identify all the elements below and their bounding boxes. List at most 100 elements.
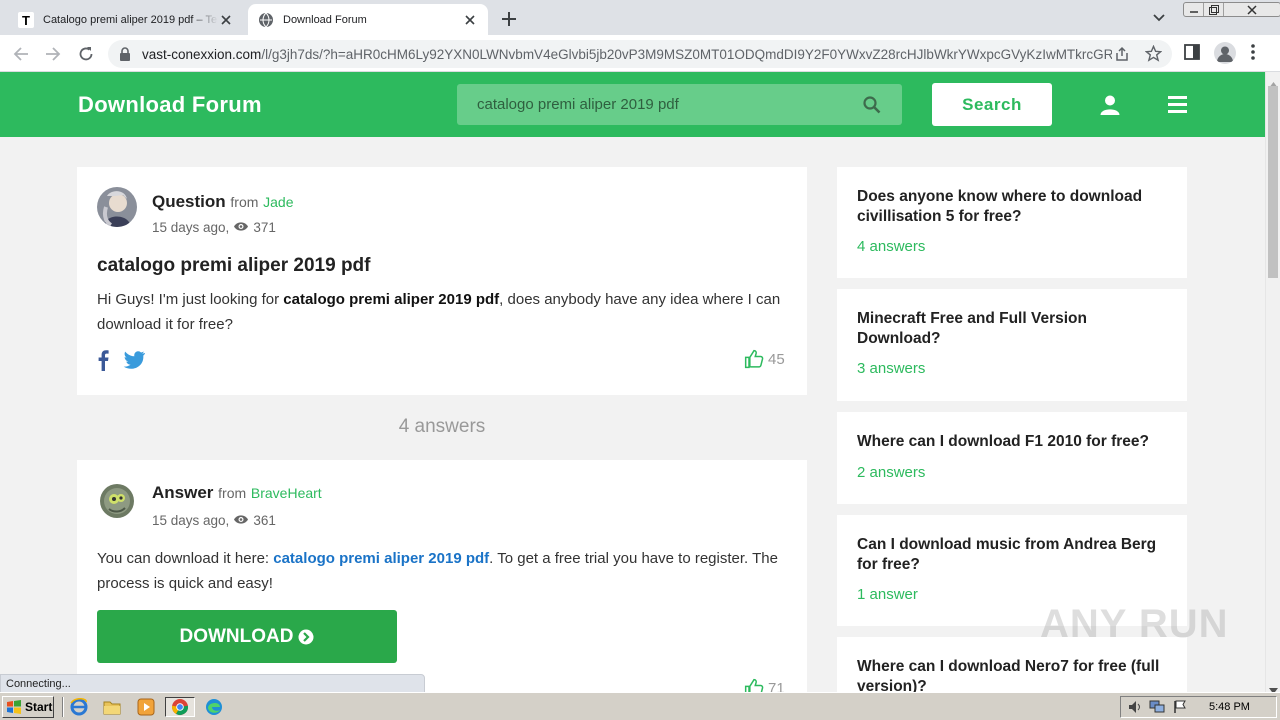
close-tab-icon[interactable] — [462, 12, 478, 28]
side-panel-icon[interactable] — [1184, 44, 1200, 65]
chevron-down-icon — [1153, 14, 1165, 22]
hamburger-menu-icon[interactable] — [1168, 96, 1187, 118]
lock-icon[interactable] — [119, 47, 131, 66]
media-player-icon[interactable] — [135, 697, 157, 717]
taskbar-separator — [62, 697, 64, 717]
facebook-share-icon[interactable] — [97, 349, 109, 376]
site-logo[interactable]: Download Forum — [78, 92, 262, 118]
avatar[interactable] — [97, 187, 137, 227]
telegraph-favicon-icon: T — [18, 11, 34, 28]
page-scrollbar[interactable] — [1265, 72, 1280, 694]
action-center-flag-icon[interactable] — [1173, 700, 1187, 719]
search-input[interactable] — [457, 84, 857, 125]
question-like-button[interactable]: 45 — [744, 349, 785, 369]
related-question-card[interactable]: Where can I download F1 2010 for free? 2… — [837, 412, 1187, 504]
eye-icon — [233, 513, 249, 528]
network-icon[interactable] — [1149, 700, 1165, 719]
edge-taskbar-icon[interactable] — [203, 697, 225, 717]
related-answer-count: 3 answers — [857, 360, 926, 377]
download-link[interactable]: catalogo premi aliper 2019 pdf — [273, 550, 489, 567]
related-question-title[interactable]: Minecraft Free and Full Version Download… — [857, 309, 1167, 348]
download-button[interactable]: DOWNLOAD — [97, 610, 397, 663]
status-bubble: Connecting... — [0, 674, 425, 692]
related-question-title[interactable]: Does anyone know where to download civil… — [857, 187, 1167, 226]
address-bar[interactable]: vast-conexxion.com/l/g3jh7ds/?h=aHR0cHM6… — [108, 40, 1172, 68]
profile-avatar-icon[interactable] — [1214, 42, 1236, 64]
question-card: Question from Jade 15 days ago, 371 cata… — [77, 167, 807, 395]
related-question-card[interactable]: Minecraft Free and Full Version Download… — [837, 289, 1187, 401]
toolbar: vast-conexxion.com/l/g3jh7ds/?h=aHR0cHM6… — [0, 35, 1280, 72]
tab-title: Download Forum — [283, 13, 367, 26]
window-controls — [1183, 2, 1280, 17]
related-question-card[interactable]: Does anyone know where to download civil… — [837, 167, 1187, 278]
question-body: Hi Guys! I'm just looking for catalogo p… — [97, 291, 781, 333]
new-tab-button[interactable] — [498, 8, 520, 30]
reload-button[interactable] — [75, 43, 97, 65]
question-meta: 15 days ago, 371 — [152, 220, 276, 235]
search-icon[interactable] — [863, 96, 881, 119]
forward-button[interactable] — [42, 43, 64, 65]
reload-icon — [79, 47, 93, 61]
bookmark-star-icon[interactable] — [1144, 44, 1163, 67]
close-window-button[interactable] — [1224, 3, 1280, 16]
question-header: Question from Jade — [152, 192, 294, 212]
related-answer-count: 1 answer — [857, 586, 918, 603]
post-time: 15 days ago, — [152, 513, 230, 528]
author-link[interactable]: BraveHeart — [251, 485, 322, 501]
answer-card: Answer from BraveHeart 15 days ago, 361 … — [77, 460, 807, 692]
anyrun-watermark: ANY RUN — [1040, 602, 1229, 646]
from-label: from — [218, 485, 247, 501]
twitter-share-icon[interactable] — [123, 351, 146, 374]
thumbs-up-icon — [744, 349, 764, 369]
plus-icon — [502, 12, 516, 26]
thumbs-up-icon — [744, 678, 764, 692]
file-explorer-icon[interactable] — [101, 697, 123, 717]
tab-download-forum[interactable]: Download Forum — [248, 4, 488, 35]
tab-telegraph[interactable]: T Catalogo premi aliper 2019 pdf – Teleg… — [8, 4, 244, 35]
system-tray: 5:48 PM — [1120, 696, 1277, 718]
avatar[interactable] — [97, 480, 137, 520]
back-button[interactable] — [10, 43, 32, 65]
globe-icon — [258, 12, 274, 28]
svg-text:T: T — [22, 13, 30, 28]
arrow-right-icon — [46, 47, 61, 61]
minimize-button[interactable] — [1184, 3, 1204, 16]
close-tab-icon[interactable] — [218, 12, 234, 28]
start-button[interactable]: Start — [2, 696, 54, 718]
post-kind: Question — [152, 192, 226, 211]
related-question-title[interactable]: Where can I download F1 2010 for free? — [857, 432, 1167, 452]
maximize-button[interactable] — [1204, 3, 1224, 16]
arrow-left-icon — [13, 47, 28, 61]
view-count: 361 — [253, 513, 276, 528]
from-label: from — [230, 194, 259, 210]
search-box — [457, 84, 902, 125]
windows-taskbar: Start 5:48 PM — [0, 692, 1280, 720]
user-icon[interactable] — [1099, 94, 1121, 121]
share-icon[interactable] — [1114, 46, 1130, 67]
related-answer-count: 2 answers — [857, 463, 926, 481]
url-text[interactable]: vast-conexxion.com/l/g3jh7ds/?h=aHR0cHM6… — [142, 47, 1112, 62]
answer-like-button[interactable]: 71 — [744, 678, 785, 692]
related-question-title[interactable]: Can I download music from Andrea Berg fo… — [857, 535, 1167, 574]
tab-strip: T Catalogo premi aliper 2019 pdf – Teleg… — [0, 0, 1280, 35]
page-viewport: Download Forum Search Question from Jade… — [0, 72, 1265, 692]
like-count: 71 — [768, 679, 785, 693]
like-count: 45 — [768, 350, 785, 368]
answer-header: Answer from BraveHeart — [152, 483, 322, 503]
more-menu-icon[interactable] — [1251, 44, 1255, 65]
author-link[interactable]: Jade — [263, 194, 293, 210]
scrollbar-thumb[interactable] — [1268, 86, 1278, 278]
chrome-taskbar-icon[interactable] — [165, 697, 195, 717]
windows-logo-icon — [7, 700, 21, 714]
answers-count-heading: 4 answers — [398, 416, 486, 437]
search-button[interactable]: Search — [932, 83, 1052, 126]
tab-title: Catalogo premi aliper 2019 pdf – Telegra… — [43, 13, 218, 26]
site-header: Download Forum Search — [0, 72, 1265, 137]
internet-explorer-icon[interactable] — [68, 697, 90, 717]
volume-icon[interactable] — [1128, 700, 1142, 719]
answer-meta: 15 days ago, 361 — [152, 513, 276, 528]
related-question-title[interactable]: Where can I download Nero7 for free (ful… — [857, 657, 1167, 692]
clock[interactable]: 5:48 PM — [1209, 701, 1250, 713]
related-answer-count: 4 answers — [857, 238, 926, 255]
tab-search-button[interactable] — [1152, 10, 1170, 24]
